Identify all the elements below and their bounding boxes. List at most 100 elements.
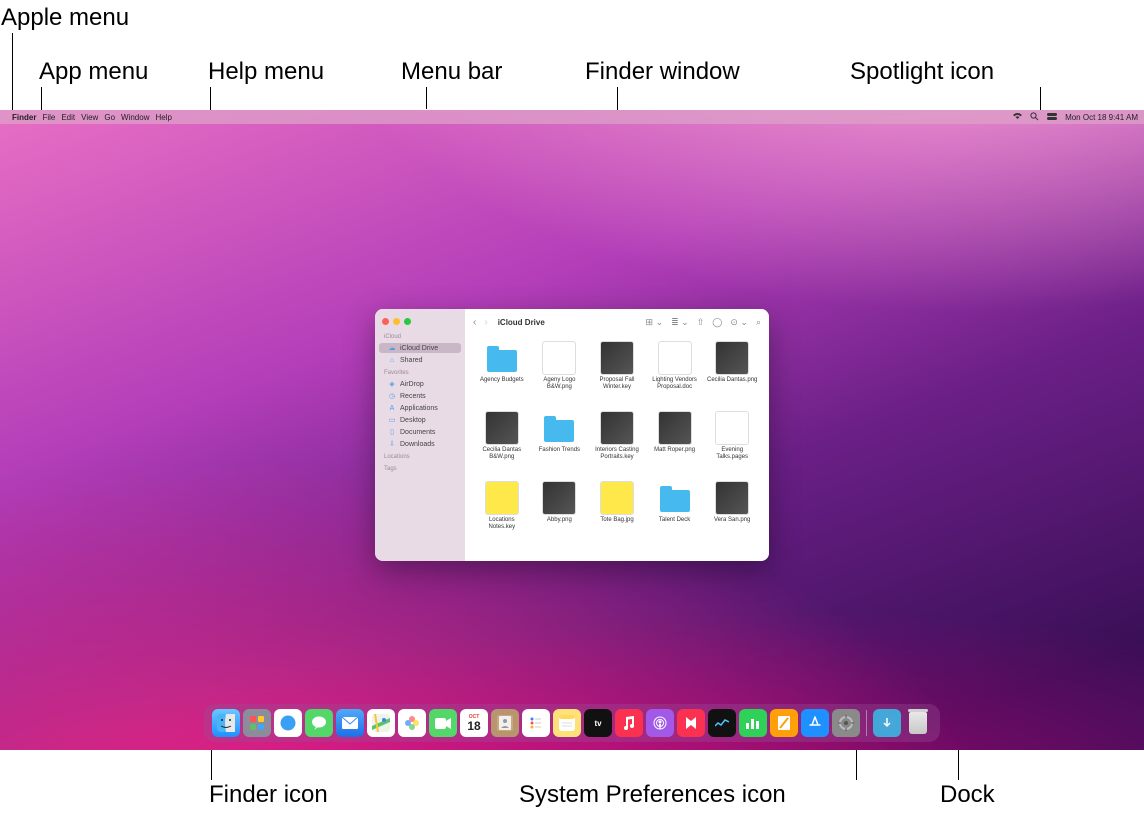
file-label: Vera San.png bbox=[714, 517, 750, 524]
sidebar-item-applications[interactable]: A Applications bbox=[379, 403, 461, 413]
file-item[interactable]: Abby.png bbox=[533, 481, 587, 547]
dock-numbers-icon[interactable] bbox=[739, 709, 767, 737]
dock-news-icon[interactable] bbox=[677, 709, 705, 737]
dock-contacts-icon[interactable] bbox=[491, 709, 519, 737]
file-item[interactable]: Evening Talks.pages bbox=[705, 411, 759, 477]
search-icon[interactable]: ⌕ bbox=[756, 317, 761, 328]
minimize-button[interactable] bbox=[393, 318, 400, 325]
forward-button[interactable]: › bbox=[484, 317, 487, 328]
wifi-icon[interactable] bbox=[1013, 113, 1022, 122]
file-item[interactable]: Lighting Vendors Proposal.doc bbox=[648, 341, 702, 407]
cloud-icon: ☁ bbox=[388, 344, 396, 352]
file-item[interactable]: Matt Roper.png bbox=[648, 411, 702, 477]
callout-spotlight-icon: Spotlight icon bbox=[850, 58, 994, 86]
share-icon[interactable]: ⇧ bbox=[697, 317, 705, 328]
callout-dock: Dock bbox=[940, 781, 995, 809]
dock-finder-icon[interactable] bbox=[212, 709, 240, 737]
file-item[interactable]: Talent Deck bbox=[648, 481, 702, 547]
dock-system-preferences-icon[interactable] bbox=[832, 709, 860, 737]
doc-icon bbox=[715, 411, 749, 445]
file-item[interactable]: Tote Bag.jpg bbox=[590, 481, 644, 547]
dock-appstore-icon[interactable] bbox=[801, 709, 829, 737]
dock-podcasts-icon[interactable] bbox=[646, 709, 674, 737]
dock-downloads-icon[interactable] bbox=[873, 709, 901, 737]
dock-reminders-icon[interactable] bbox=[522, 709, 550, 737]
file-item[interactable]: Agency Budgets bbox=[475, 341, 529, 407]
dock-safari-icon[interactable] bbox=[274, 709, 302, 737]
dock-facetime-icon[interactable] bbox=[429, 709, 457, 737]
sidebar-item-recents[interactable]: ◷ Recents bbox=[379, 391, 461, 401]
sidebar-item-desktop[interactable]: ▭ Desktop bbox=[379, 415, 461, 425]
callout-line bbox=[426, 87, 427, 109]
callout-apple-menu: Apple menu bbox=[1, 4, 129, 32]
file-label: Matt Roper.png bbox=[654, 447, 695, 454]
photo-icon bbox=[658, 411, 692, 445]
sidebar-item-label: Documents bbox=[400, 429, 435, 436]
dock-calendar-icon[interactable]: OCT18 bbox=[460, 709, 488, 737]
file-item[interactable]: Cecilia Dantas.png bbox=[705, 341, 759, 407]
menu-window[interactable]: Window bbox=[121, 113, 149, 122]
folder-icon bbox=[658, 481, 692, 515]
file-item[interactable]: Vera San.png bbox=[705, 481, 759, 547]
dock-trash-icon[interactable] bbox=[904, 709, 932, 737]
dock-photos-icon[interactable] bbox=[398, 709, 426, 737]
control-center-icon[interactable] bbox=[1047, 113, 1057, 122]
menu-bar: Finder File Edit View Go Window Help Mon… bbox=[0, 110, 1144, 124]
photo-icon bbox=[715, 481, 749, 515]
file-item[interactable]: Fashion Trends bbox=[533, 411, 587, 477]
file-label: Cecilia Dantas B&W.png bbox=[475, 447, 529, 460]
dock-pages-icon[interactable] bbox=[770, 709, 798, 737]
tag-icon[interactable]: ◯ bbox=[712, 317, 722, 328]
file-label: Evening Talks.pages bbox=[705, 447, 759, 460]
dock-notes-icon[interactable] bbox=[553, 709, 581, 737]
callout-help-menu: Help menu bbox=[208, 58, 324, 86]
file-item[interactable]: Proposal Fall Winter.key bbox=[590, 341, 644, 407]
dock-tv-icon[interactable]: tv bbox=[584, 709, 612, 737]
sidebar-item-shared[interactable]: ⌂ Shared bbox=[379, 355, 461, 365]
file-item[interactable]: Locations Notes.key bbox=[475, 481, 529, 547]
app-menu[interactable]: Finder bbox=[12, 113, 36, 122]
view-mode-icon[interactable]: ⊞ ⌄ bbox=[646, 317, 664, 328]
callout-system-preferences-icon: System Preferences icon bbox=[519, 781, 786, 809]
dock-stocks-icon[interactable] bbox=[708, 709, 736, 737]
menu-edit[interactable]: Edit bbox=[61, 113, 75, 122]
dock-mail-icon[interactable] bbox=[336, 709, 364, 737]
sidebar-item-downloads[interactable]: ⇩ Downloads bbox=[379, 439, 461, 449]
folder-icon bbox=[542, 411, 576, 445]
file-item[interactable]: Interiors Casting Portraits.key bbox=[590, 411, 644, 477]
window-title: iCloud Drive bbox=[498, 318, 545, 327]
close-button[interactable] bbox=[382, 318, 389, 325]
menu-view[interactable]: View bbox=[81, 113, 98, 122]
finder-window[interactable]: iCloud ☁ iCloud Drive ⌂ Shared Favorites… bbox=[375, 309, 769, 561]
menu-datetime[interactable]: Mon Oct 18 9:41 AM bbox=[1065, 113, 1138, 122]
dock-messages-icon[interactable] bbox=[305, 709, 333, 737]
menu-file[interactable]: File bbox=[42, 113, 55, 122]
doc-icon bbox=[658, 341, 692, 375]
menu-go[interactable]: Go bbox=[104, 113, 115, 122]
group-icon[interactable]: ≣ ⌄ bbox=[671, 317, 689, 328]
action-icon[interactable]: ⊙ ⌄ bbox=[730, 317, 748, 328]
fullscreen-button[interactable] bbox=[404, 318, 411, 325]
sidebar-item-icloud-drive[interactable]: ☁ iCloud Drive bbox=[379, 343, 461, 353]
spotlight-icon[interactable] bbox=[1030, 112, 1039, 123]
sidebar-item-airdrop[interactable]: ◈ AirDrop bbox=[379, 379, 461, 389]
file-label: Talent Deck bbox=[659, 517, 690, 524]
file-label: Lighting Vendors Proposal.doc bbox=[648, 377, 702, 390]
file-label: Ageny Logo B&W.png bbox=[533, 377, 587, 390]
file-item[interactable]: Cecilia Dantas B&W.png bbox=[475, 411, 529, 477]
photo-icon bbox=[600, 341, 634, 375]
dock: OCT18 tv bbox=[204, 704, 940, 742]
desktop[interactable]: Finder File Edit View Go Window Help Mon… bbox=[0, 110, 1144, 750]
file-label: Fashion Trends bbox=[539, 447, 580, 454]
callout-finder-icon: Finder icon bbox=[209, 781, 328, 809]
photo-icon bbox=[485, 411, 519, 445]
file-item[interactable]: Ageny Logo B&W.png bbox=[533, 341, 587, 407]
dock-launchpad-icon[interactable] bbox=[243, 709, 271, 737]
menu-help[interactable]: Help bbox=[155, 113, 171, 122]
sidebar-item-documents[interactable]: ▯ Documents bbox=[379, 427, 461, 437]
sidebar-item-label: iCloud Drive bbox=[400, 345, 438, 352]
callout-line bbox=[1040, 87, 1041, 110]
dock-music-icon[interactable] bbox=[615, 709, 643, 737]
back-button[interactable]: ‹ bbox=[473, 317, 476, 328]
dock-maps-icon[interactable] bbox=[367, 709, 395, 737]
